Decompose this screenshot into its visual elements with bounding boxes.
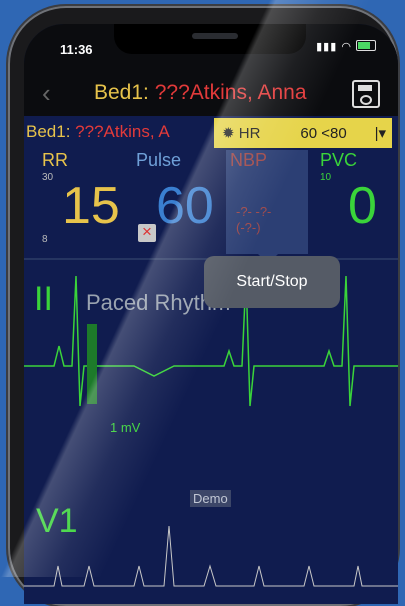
heart-icon: ✹ [222, 125, 235, 142]
speaker [192, 33, 238, 39]
page-title: Bed1: ???Atkins, Anna [94, 81, 307, 104]
lead-v1-label: V1 [36, 502, 78, 540]
save-icon[interactable] [352, 80, 380, 108]
calibration-bar [87, 324, 97, 404]
hr-high: 60 [300, 124, 318, 142]
wifi-icon: ◠ [341, 41, 352, 53]
demo-badge: Demo [190, 490, 231, 507]
rr-label: RR [42, 150, 68, 170]
hr-dropdown-icon[interactable]: |▾ [375, 124, 386, 142]
hr-alarm-box[interactable]: ✹ HR 60 <80 |▾ [214, 118, 392, 148]
rr-low: 8 [42, 234, 48, 245]
nav-bar: ‹ Bed1: ???Atkins, Anna [24, 68, 398, 116]
scale-label: 1 mV [110, 420, 141, 435]
pulse-value: 60 [156, 177, 214, 235]
pvc-limit: 10 [320, 172, 332, 183]
signal-icon: ▮▮▮ [316, 41, 338, 53]
bed-label: Bed1: ???Atkins, A [26, 122, 170, 141]
screen: 11:36 ▮▮▮ ◠ ‹ Bed1: ???Atkins, Anna Bed1… [24, 24, 398, 604]
lead-v1-trace [24, 525, 398, 587]
pvc-label: PVC [320, 150, 358, 170]
clock: 11:36 [60, 42, 93, 57]
start-stop-tooltip[interactable]: Start/Stop [204, 256, 340, 308]
rr-high: 30 [42, 172, 54, 183]
monitor-panel: Bed1: ???Atkins, A ✹ HR 60 <80 |▾ RR 30 … [24, 116, 398, 604]
notch [114, 24, 306, 54]
lead-ii-label: II [34, 280, 53, 318]
status-bar: 11:36 ▮▮▮ ◠ [24, 24, 398, 68]
status-icons: ▮▮▮ ◠ [316, 40, 376, 53]
nbp-values: -?- -?- (-?-) [236, 204, 272, 235]
hr-low: <80 [321, 124, 347, 142]
pulse-off-icon[interactable] [138, 222, 156, 242]
hr-label: HR [238, 124, 261, 142]
back-icon[interactable]: ‹ [42, 78, 51, 109]
nbp-label: NBP [230, 150, 268, 170]
pvc-value: 0 [348, 177, 377, 235]
pulse-label: Pulse [136, 150, 182, 170]
phone-frame: 11:36 ▮▮▮ ◠ ‹ Bed1: ???Atkins, Anna Bed1… [8, 6, 398, 606]
rr-value: 15 [62, 177, 120, 235]
battery-icon [356, 40, 376, 51]
